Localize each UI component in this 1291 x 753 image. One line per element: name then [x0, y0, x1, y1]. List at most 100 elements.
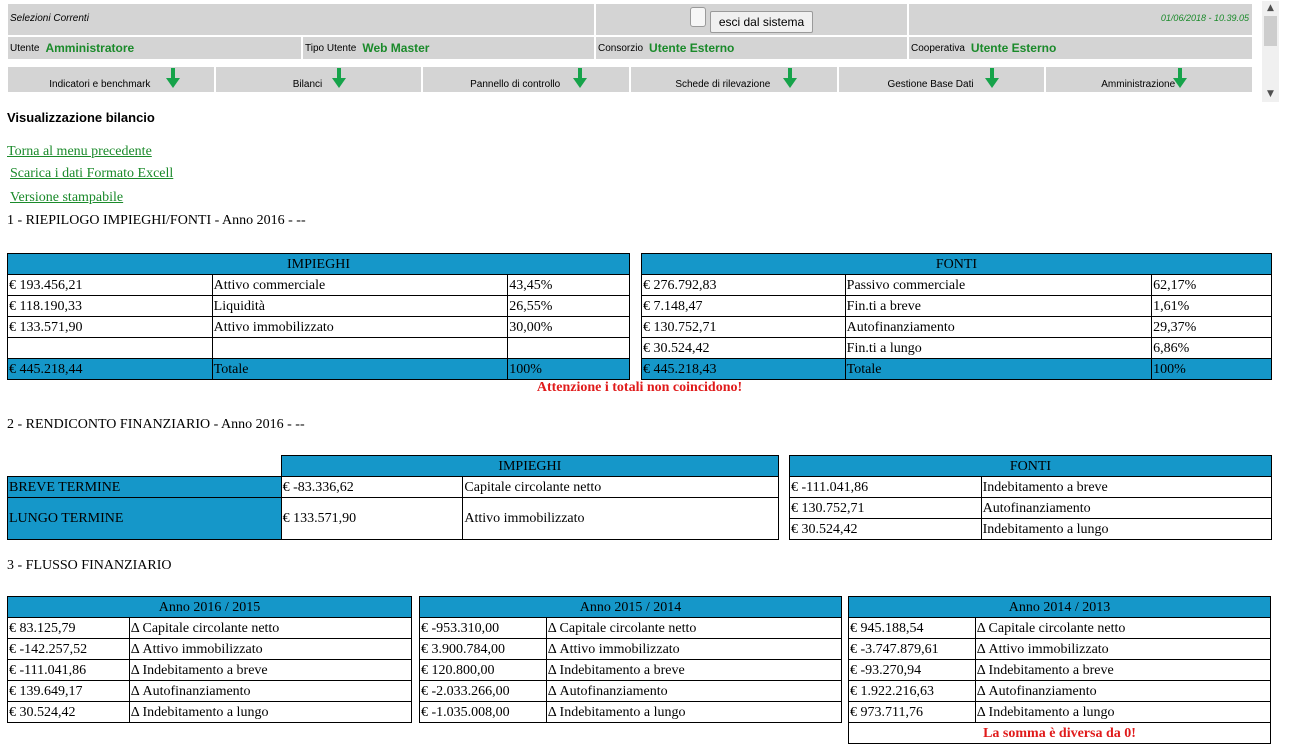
table-row: € -111.041,86 Indebitamento a breve — [789, 476, 1273, 498]
table-row: € -111.041,86 Δ Indebitamento a breve — [7, 659, 413, 681]
arrow-down-icon — [331, 68, 346, 88]
arrow-down-icon — [783, 68, 798, 88]
cell-amount: € 1.922.216,63 — [848, 680, 976, 702]
header-scrollbar[interactable]: ▲ ▼ — [1262, 1, 1279, 102]
back-link[interactable]: Torna al menu precedente — [7, 144, 152, 160]
cell-amount: € 118.190,33 — [7, 295, 213, 317]
cell-label: Fin.ti a breve — [844, 295, 1153, 317]
nav-item-gestione[interactable]: Gestione Base Dati — [837, 66, 1046, 93]
cell-percent: 30,00% — [507, 316, 630, 338]
cell-label: Δ Capitale circolante netto — [545, 617, 843, 639]
cell-amount: € -2.033.266,00 — [419, 680, 547, 702]
header-panel: Selezioni Correnti esci dal sistema 01/0… — [7, 3, 1253, 60]
breve-label: BREVE TERMINE — [7, 476, 282, 498]
cell-label: Δ Attivo immobilizzato — [545, 638, 843, 660]
user-type-value: Web Master — [362, 41, 430, 55]
cell-amount: € 945.188,54 — [848, 617, 976, 639]
nav-label: Gestione Base Dati — [887, 79, 974, 90]
cooperative-label: Cooperativa — [911, 42, 965, 54]
table-row: € 276.792,83 Passivo commerciale 62,17% — [641, 274, 1272, 296]
cell-amount: € -142.257,52 — [7, 638, 130, 660]
user-value: Amministratore — [45, 41, 135, 55]
scroll-down-icon[interactable]: ▼ — [1262, 87, 1279, 102]
table-row: € 139.649,17 Δ Autofinanziamento — [7, 680, 413, 702]
cell-amount: € 3.900.784,00 — [419, 638, 547, 660]
table-row: € 120.800,00 Δ Indebitamento a breve — [419, 659, 843, 681]
cell-label: Liquidità — [211, 295, 509, 317]
cell-percent: 6,86% — [1151, 337, 1272, 359]
table-row: € 133.571,90 Attivo immobilizzato 30,00% — [7, 316, 630, 338]
empty-corner — [8, 456, 282, 477]
cell-percent: 62,17% — [1151, 274, 1272, 296]
nav-item-pannello[interactable]: Pannello di controllo — [422, 66, 631, 93]
table-row: € 3.900.784,00 Δ Attivo immobilizzato — [419, 638, 843, 660]
cell-label: Attivo immobilizzato — [211, 316, 509, 338]
table-row: € 118.190,33 Liquidità 26,55% — [7, 295, 630, 317]
logout-area: esci dal sistema — [595, 3, 908, 36]
table-header: FONTI — [641, 253, 1272, 275]
checkbox[interactable] — [689, 7, 706, 27]
flusso-table-2016: Anno 2016 / 2015 € 83.125,79 Δ Capitale c… — [7, 596, 413, 723]
cooperative-value: Utente Esterno — [970, 41, 1057, 55]
user-type-field: Tipo Utente Web Master — [302, 36, 595, 60]
nav-item-bilanci[interactable]: Bilanci — [214, 66, 423, 93]
consortium-label: Consorzio — [598, 42, 644, 54]
table-row: € 83.125,79 Δ Capitale circolante netto — [7, 617, 413, 639]
section1-title: 1 - RIEPILOGO IMPIEGHI/FONTI - Anno 2016… — [7, 213, 306, 228]
table-header: IMPIEGHI — [280, 455, 780, 477]
cell-label: Δ Indebitamento a breve — [128, 659, 413, 681]
cell-label: Δ Capitale circolante netto — [128, 617, 413, 639]
nav-label: Schede di rilevazione — [675, 79, 771, 90]
page-title: Visualizzazione bilancio — [7, 110, 155, 125]
nav-label: Amministrazione — [1101, 79, 1176, 90]
consortium-value: Utente Esterno — [649, 41, 735, 55]
cell-amount: € 133.571,90 — [7, 316, 213, 338]
cell-amount: € 130.752,71 — [641, 316, 846, 338]
table-header: IMPIEGHI — [7, 253, 630, 275]
logout-button[interactable]: esci dal sistema — [709, 11, 814, 33]
nav-item-amministrazione[interactable]: Amministrazione — [1045, 66, 1254, 93]
cell-label: Indebitamento a lungo — [980, 518, 1273, 540]
nav-label: Bilanci — [292, 79, 323, 90]
cell-amount: € 83.125,79 — [7, 617, 130, 639]
scroll-up-icon[interactable]: ▲ — [1262, 1, 1279, 16]
table-row: € 973.711,76 Δ Indebitamento a lungo — [848, 701, 1272, 723]
arrow-down-icon — [1173, 68, 1188, 88]
cell-amount: € 133.571,90 — [280, 497, 464, 540]
cell-label: Δ Indebitamento a breve — [545, 659, 843, 681]
total-row: € 445.218,43 Totale 100% — [641, 358, 1272, 380]
cell-amount: € 30.524,42 — [7, 701, 130, 723]
excel-download-link[interactable]: Scarica i dati Formato Excell — [10, 166, 173, 182]
cell-amount: € 973.711,76 — [848, 701, 976, 723]
print-version-link[interactable]: Versione stampabile — [10, 190, 123, 206]
cell-label: Passivo commerciale — [844, 274, 1153, 296]
nav-item-indicatori[interactable]: Indicatori e benchmark — [7, 66, 215, 93]
nav-label: Pannello di controllo — [470, 79, 561, 90]
cell-amount: € 30.524,42 — [641, 337, 846, 359]
cell-percent: 26,55% — [507, 295, 630, 317]
cell-label: Δ Indebitamento a lungo — [974, 701, 1272, 723]
cell-amount: € 120.800,00 — [419, 659, 547, 681]
scroll-thumb[interactable] — [1264, 16, 1277, 46]
arrow-down-icon — [166, 68, 180, 88]
cell-amount: € 130.752,71 — [789, 497, 982, 519]
user-field: Utente Amministratore — [7, 36, 302, 60]
cell-percent: 43,45% — [507, 274, 630, 296]
cell-label: Totale — [211, 358, 509, 380]
nav-item-schede[interactable]: Schede di rilevazione — [630, 66, 838, 93]
arrow-down-icon — [573, 68, 588, 88]
datetime: 01/06/2018 - 10.39.05 — [908, 3, 1253, 36]
total-row: € 445.218,44 Totale 100% — [7, 358, 630, 380]
table-row: LUNGO TERMINE € 133.571,90 Attivo immobili… — [7, 497, 779, 540]
cell-label: Fin.ti a lungo — [844, 337, 1153, 359]
cell-amount: € -953.310,00 — [419, 617, 547, 639]
cell-label: Δ Indebitamento a lungo — [545, 701, 843, 723]
arrow-down-icon — [984, 68, 999, 88]
cell-label: Attivo commerciale — [211, 274, 509, 296]
table-row — [7, 337, 630, 359]
table-header: Anno 2014 / 2013 — [848, 596, 1271, 618]
section2-title: 2 - RENDICONTO FINANZIARIO - Anno 2016 -… — [7, 417, 305, 432]
fonti-table: FONTI € 276.792,83 Passivo commerciale 62,… — [641, 253, 1272, 380]
table-row: € 193.456,21 Attivo commerciale 43,45% — [7, 274, 630, 296]
table-row: € -142.257,52 Δ Attivo immobilizzato — [7, 638, 413, 660]
